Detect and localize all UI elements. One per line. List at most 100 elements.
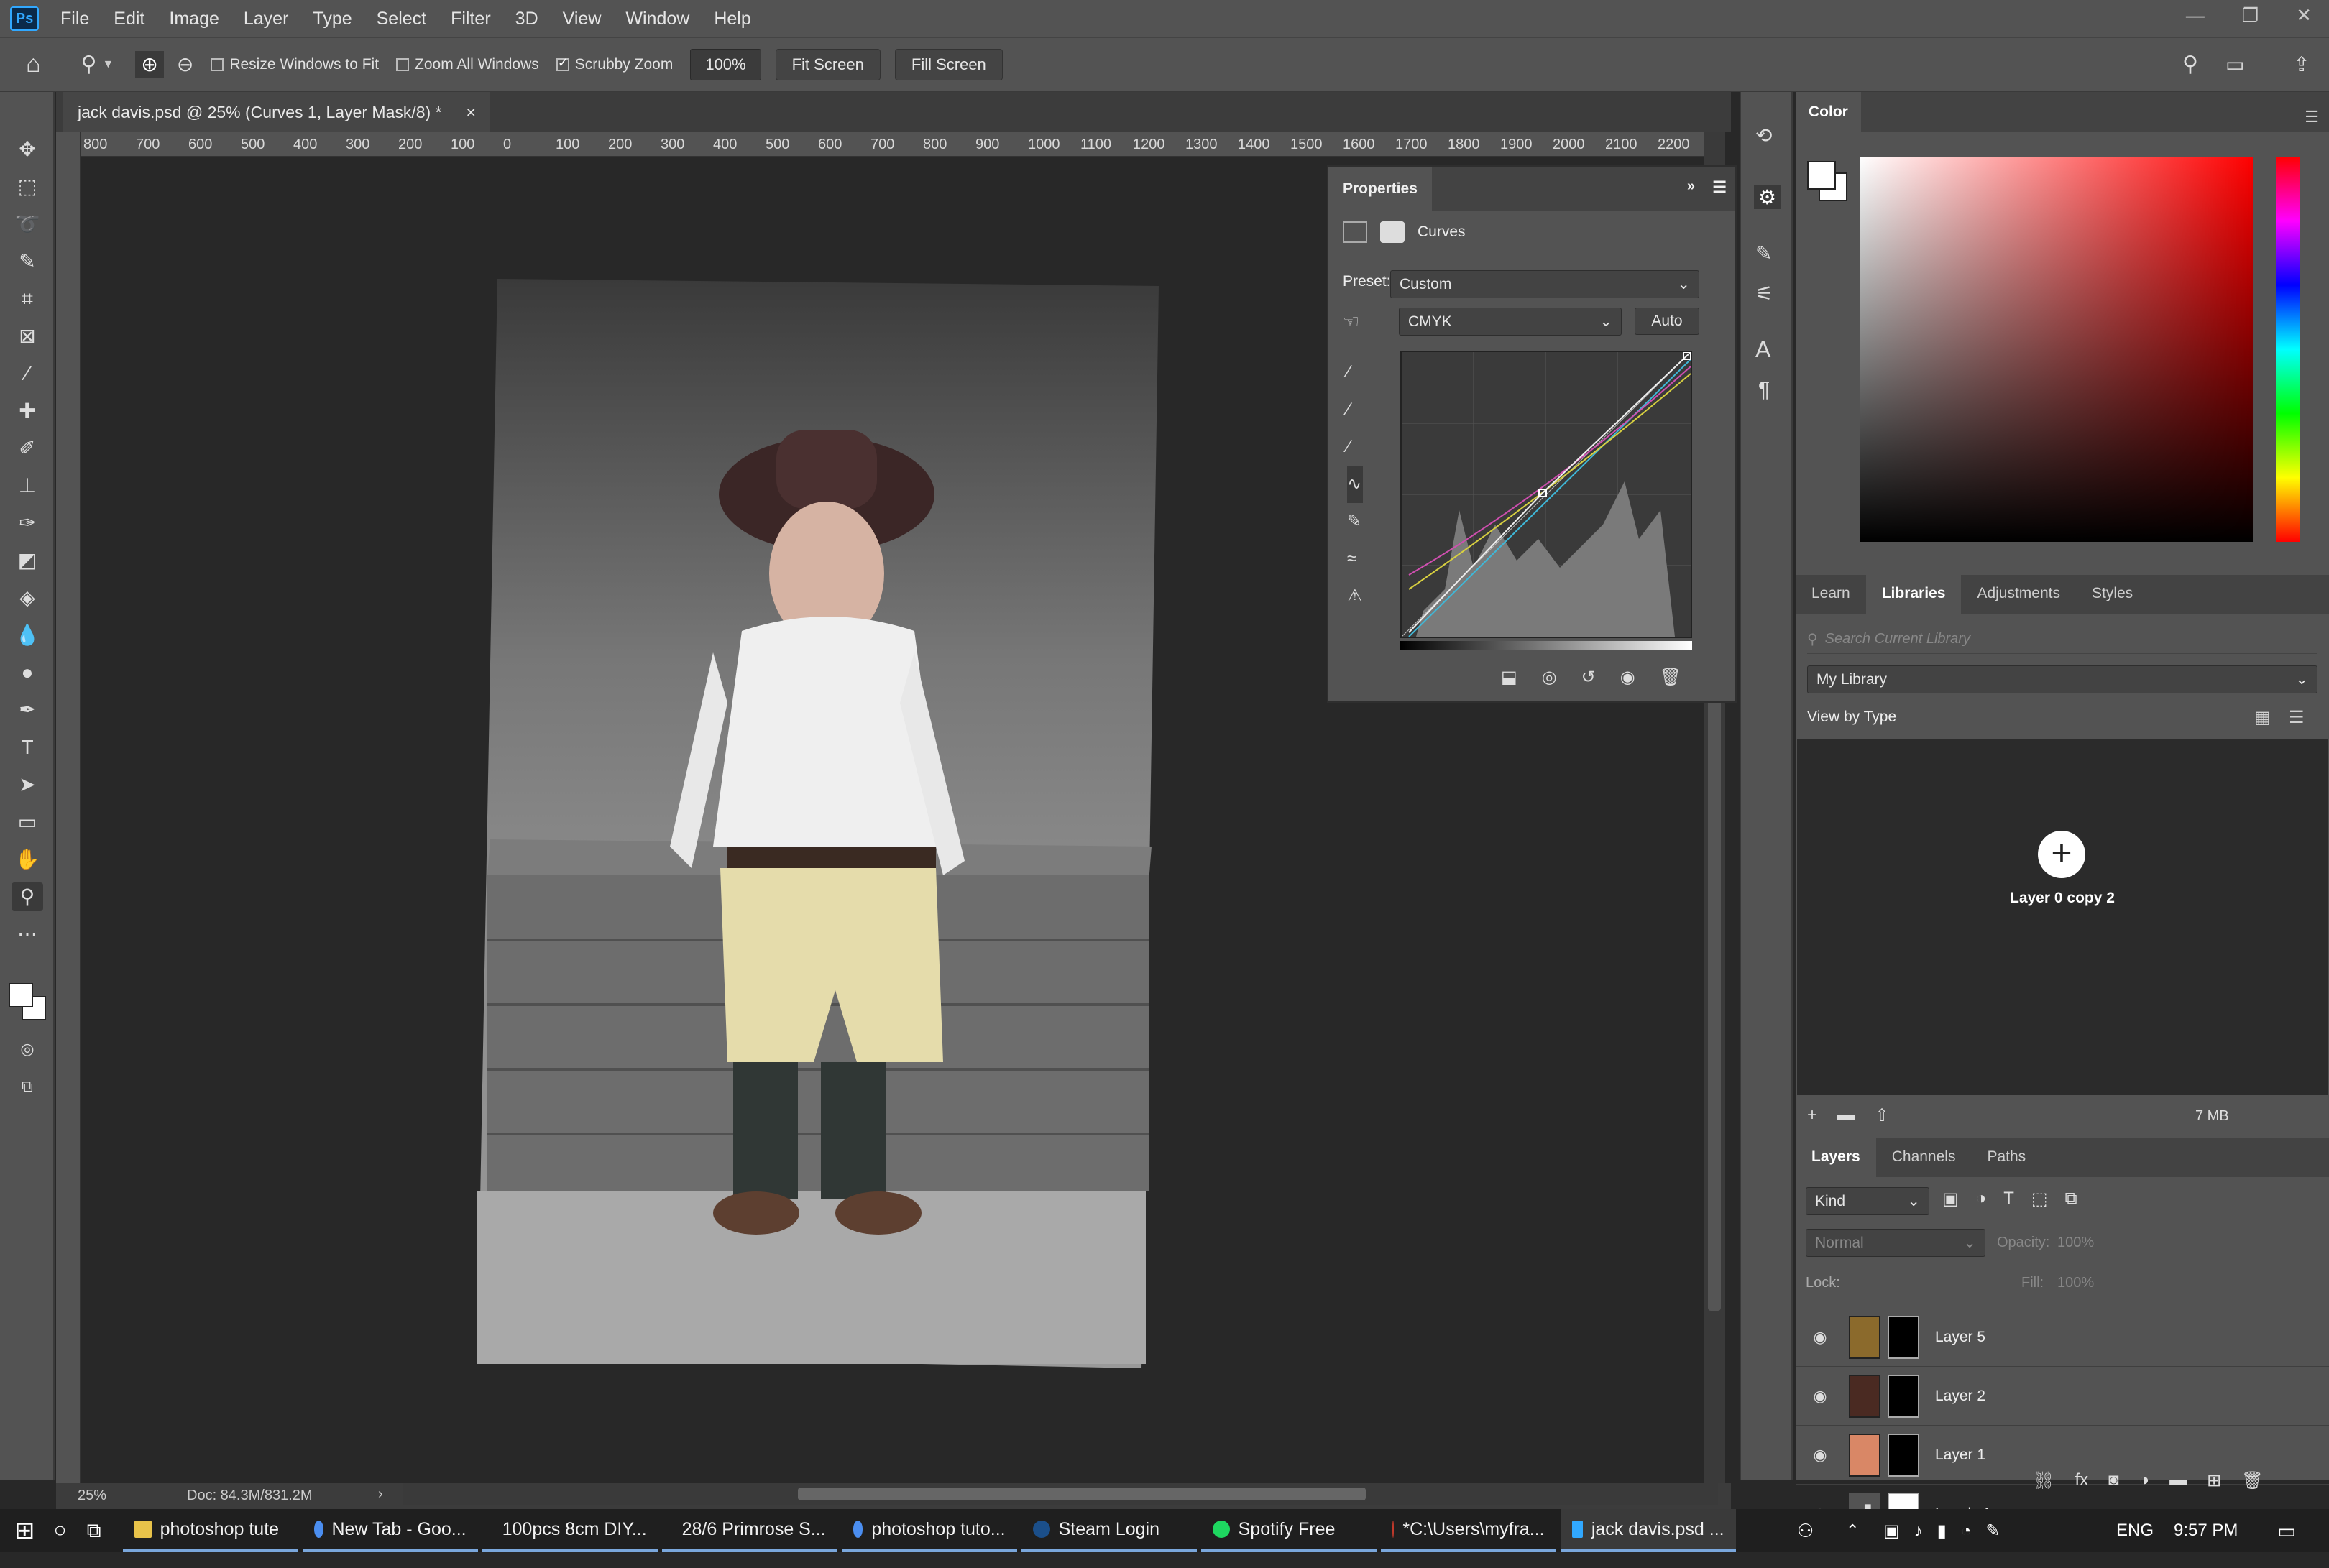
pixel-filter-icon[interactable]: ▣ bbox=[1942, 1189, 1959, 1209]
hand-tool-icon[interactable]: ✋ bbox=[12, 845, 43, 874]
adjust-sliders-icon[interactable]: ⚟ bbox=[1755, 282, 1773, 305]
chevron-right-icon[interactable]: › bbox=[378, 1486, 383, 1503]
notification-icon[interactable]: ▭ bbox=[2277, 1519, 2296, 1543]
layer-name[interactable]: Layer 5 bbox=[1935, 1329, 1985, 1346]
curves-graph[interactable] bbox=[1400, 351, 1692, 638]
taskbar-item[interactable]: New Tab - Goo... bbox=[302, 1509, 478, 1552]
kind-filter-dropdown[interactable]: Kind ⌄ bbox=[1806, 1187, 1929, 1215]
reset-icon[interactable]: ↺ bbox=[1581, 667, 1596, 688]
zoom-tool-icon[interactable]: ⚲ bbox=[12, 882, 43, 911]
type-filter-icon[interactable]: T bbox=[2003, 1189, 2014, 1209]
resize-windows-checkbox[interactable]: Resize Windows to Fit bbox=[211, 56, 379, 73]
marquee-tool-icon[interactable]: ⬚ bbox=[12, 172, 43, 201]
quick-mask-icon[interactable]: ◎ bbox=[12, 1035, 43, 1064]
blur-tool-icon[interactable]: 💧 bbox=[12, 621, 43, 650]
library-drop-area[interactable]: + Layer 0 copy 2 bbox=[1797, 739, 2328, 1095]
menu-image[interactable]: Image bbox=[169, 9, 219, 29]
quick-select-tool-icon[interactable]: ✎ bbox=[12, 247, 43, 276]
zoom-percentage-field[interactable]: 100% bbox=[690, 48, 761, 80]
more-tools-icon[interactable]: ⋯ bbox=[12, 920, 43, 949]
clock[interactable]: 9:57 PM bbox=[2174, 1521, 2238, 1541]
taskbar-item[interactable]: *C:\Users\myfra... bbox=[1380, 1509, 1556, 1552]
move-tool-icon[interactable]: ✥ bbox=[12, 135, 43, 164]
chevron-down-icon[interactable]: ▼ bbox=[103, 58, 114, 71]
menu-window[interactable]: Window bbox=[625, 9, 689, 29]
screen-mode-icon[interactable]: ⧉ bbox=[12, 1072, 43, 1101]
collapse-panel-icon[interactable]: » bbox=[1687, 178, 1695, 195]
add-library-icon[interactable]: + bbox=[1807, 1105, 1817, 1126]
curves-adjustment-icon[interactable] bbox=[1343, 221, 1367, 243]
path-select-icon[interactable]: ➤ bbox=[12, 770, 43, 799]
view-previous-icon[interactable]: ◎ bbox=[1542, 667, 1557, 688]
menu-type[interactable]: Type bbox=[313, 9, 352, 29]
minimize-icon[interactable]: — bbox=[2186, 4, 2205, 27]
brush-settings-icon[interactable]: ✎ bbox=[1755, 241, 1772, 265]
restore-icon[interactable]: ❐ bbox=[2242, 4, 2259, 27]
opacity-value[interactable]: 100% bbox=[2057, 1235, 2094, 1251]
taskbar-item[interactable]: 28/6 Primrose S... bbox=[661, 1509, 837, 1552]
foreground-color-swatch[interactable] bbox=[9, 983, 33, 1007]
paint-bucket-icon[interactable]: ◈ bbox=[12, 584, 43, 612]
windows-start-icon[interactable]: ⊞ bbox=[14, 1516, 35, 1545]
black-point-eyedropper-icon[interactable]: ⁄ bbox=[1347, 354, 1363, 391]
brush-tool-icon[interactable]: ✐ bbox=[12, 434, 43, 463]
tab-libraries[interactable]: Libraries bbox=[1865, 573, 1962, 614]
properties-title[interactable]: Properties bbox=[1328, 167, 1432, 211]
character-icon[interactable]: A bbox=[1755, 336, 1770, 363]
gray-point-eyedropper-icon[interactable]: ⁄ bbox=[1347, 391, 1363, 428]
library-dropdown[interactable]: My Library ⌄ bbox=[1807, 665, 2317, 693]
close-tab-icon[interactable]: × bbox=[467, 103, 476, 122]
healing-brush-icon[interactable]: ✚ bbox=[12, 397, 43, 425]
tab-styles[interactable]: Styles bbox=[2076, 585, 2149, 614]
fill-value[interactable]: 100% bbox=[2057, 1275, 2094, 1291]
people-icon[interactable]: ⚇ bbox=[1797, 1520, 1814, 1542]
color-tab[interactable]: Color bbox=[1796, 92, 1861, 132]
tab-layers[interactable]: Layers bbox=[1796, 1137, 1876, 1177]
menu-view[interactable]: View bbox=[563, 9, 602, 29]
horizontal-scrollbar[interactable] bbox=[403, 1483, 1718, 1505]
share-icon[interactable]: ⇪ bbox=[2293, 52, 2310, 76]
paragraph-icon[interactable]: ¶ bbox=[1758, 378, 1770, 402]
menu-layer[interactable]: Layer bbox=[244, 9, 289, 29]
frame-tool-icon[interactable]: ⊠ bbox=[12, 322, 43, 351]
curve-edit-icon[interactable]: ∿ bbox=[1347, 466, 1363, 503]
fit-screen-button[interactable]: Fit Screen bbox=[775, 48, 881, 80]
menu-edit[interactable]: Edit bbox=[114, 9, 144, 29]
search-library-input[interactable]: ⚲ Search Current Library bbox=[1807, 625, 2317, 654]
new-layer-icon[interactable]: ⊞ bbox=[2207, 1470, 2221, 1491]
menu-3d[interactable]: 3D bbox=[515, 9, 538, 29]
history-icon[interactable]: ⟲ bbox=[1755, 124, 1772, 147]
new-group-icon[interactable]: ▬ bbox=[2169, 1470, 2187, 1491]
target-adjust-icon[interactable]: ☜ bbox=[1343, 310, 1359, 333]
channel-dropdown[interactable]: CMYK ⌄ bbox=[1399, 308, 1622, 336]
workspace-icon[interactable]: ▭ bbox=[2225, 52, 2244, 76]
lasso-tool-icon[interactable]: ➰ bbox=[12, 210, 43, 239]
clone-stamp-icon[interactable]: ⊥ bbox=[12, 471, 43, 500]
tab-adjustments[interactable]: Adjustments bbox=[1961, 585, 2076, 614]
smooth-icon[interactable]: ≈ bbox=[1347, 540, 1363, 578]
layer-row[interactable]: ◉ Layer 5 bbox=[1796, 1308, 2329, 1367]
shape-filter-icon[interactable]: ⬚ bbox=[2031, 1189, 2048, 1209]
taskbar-item[interactable]: photoshop tute bbox=[122, 1509, 298, 1552]
visibility-eye-icon[interactable]: ◉ bbox=[1806, 1387, 1834, 1406]
tab-learn[interactable]: Learn bbox=[1796, 585, 1866, 614]
taskbar-item[interactable]: jack davis.psd ... bbox=[1560, 1509, 1736, 1552]
layer-row[interactable]: ◉ Layer 2 bbox=[1796, 1367, 2329, 1426]
layer-mask-icon[interactable] bbox=[1380, 221, 1405, 243]
white-point-eyedropper-icon[interactable]: ⁄ bbox=[1347, 428, 1363, 466]
eraser-tool-icon[interactable]: ◩ bbox=[12, 546, 43, 575]
foreground-color-swatch[interactable] bbox=[1807, 161, 1836, 190]
pencil-icon[interactable]: ✎ bbox=[1347, 503, 1363, 540]
zoom-all-windows-checkbox[interactable]: Zoom All Windows bbox=[396, 56, 539, 73]
chevron-up-icon[interactable]: ⌃ bbox=[1846, 1521, 1859, 1540]
layer-name[interactable]: Layer 1 bbox=[1935, 1447, 1985, 1464]
adjustment-filter-icon[interactable]: ◑ bbox=[1976, 1189, 1987, 1209]
auto-button[interactable]: Auto bbox=[1635, 308, 1699, 335]
fill-screen-button[interactable]: Fill Screen bbox=[894, 48, 1003, 80]
search-icon[interactable]: ○ bbox=[54, 1518, 67, 1543]
grid-view-icon[interactable]: ▦ bbox=[2254, 707, 2271, 728]
taskbar-item[interactable]: Steam Login bbox=[1021, 1509, 1197, 1552]
taskbar-item[interactable]: photoshop tuto... bbox=[841, 1509, 1017, 1552]
home-icon[interactable]: ⌂ bbox=[26, 50, 41, 78]
view-by-type[interactable]: View by Type bbox=[1807, 709, 1896, 726]
